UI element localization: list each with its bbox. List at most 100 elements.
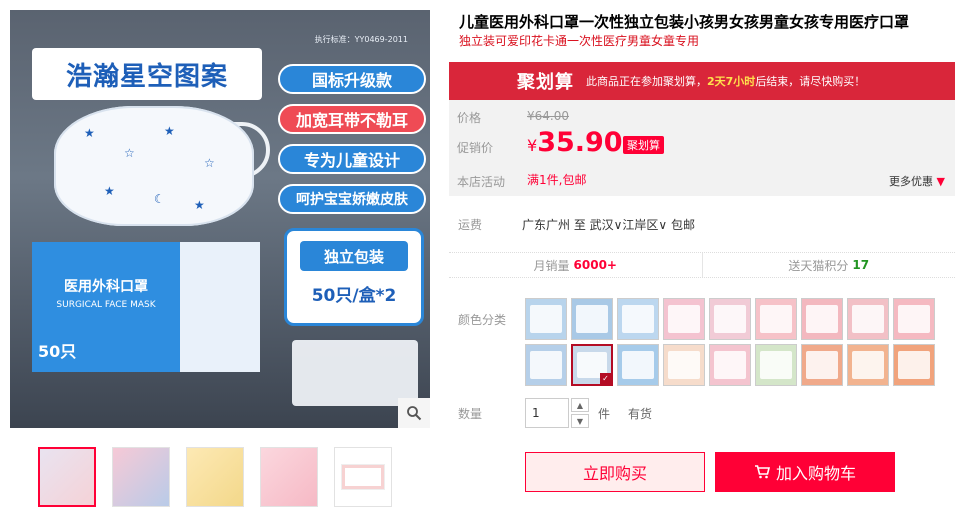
swatch-package-image [806,351,838,379]
quantity-unit: 件 [598,407,611,421]
thumbnail-2[interactable] [112,447,170,507]
swatch-package-image [714,305,746,333]
box-count: 50只 [38,342,77,361]
feature-pill-1: 国标升级款 [278,64,426,94]
box-side [180,242,260,372]
color-swatch[interactable] [709,298,751,340]
color-swatch[interactable] [571,344,613,386]
masks-stack-illustration [292,340,418,406]
pack-count: 50只/盒*2 [311,286,397,306]
color-swatch[interactable] [847,298,889,340]
color-swatch[interactable] [755,344,797,386]
color-options [525,298,955,386]
price-panel: 价格 ¥64.00 促销价 ¥35.90 聚划算 本店活动 满1件,包邮 更多优… [449,100,955,196]
main-product-image[interactable]: 执行标准：YY0469-2011 浩瀚星空图案 ★ ☆ ★ ☆ ★ ☾ ★ 国标… [10,10,430,428]
swatch-package-image [898,305,930,333]
decrease-quantity-icon[interactable]: ▼ [571,414,589,428]
monthly-sales: 月销量 6000+ [533,258,617,273]
original-price: ¥64.00 [527,109,569,123]
color-swatch[interactable] [801,298,843,340]
product-subtitle: 独立装可爱印花卡通一次性医疗男童女童专用 [459,34,700,48]
juhuasuan-logo: 聚划算 [517,72,574,93]
time-left: 2天7小时 [707,75,756,88]
box-title: 医用外科口罩 [64,279,148,295]
thumbnail-4[interactable] [260,447,318,507]
swatch-package-image [530,351,562,379]
thumbnail-3[interactable] [186,447,244,507]
thumbnail-5[interactable] [334,447,392,507]
product-title: 儿童医用外科口罩一次性独立包装小孩男女孩男童女孩专用医疗口罩 [459,13,910,31]
activity-label: 本店活动 [457,175,506,189]
star-icon: ★ [194,198,205,212]
juhuasuan-message: 此商品正在参加聚划算，2天7小时后结束，请尽快购买！ [586,75,866,88]
swatch-package-image [760,305,792,333]
swatch-package-image [852,305,884,333]
mask-illustration: ★ ☆ ★ ☆ ★ ☾ ★ [54,106,254,226]
image-headline: 浩瀚星空图案 [32,48,262,100]
thumbnail-strip [38,447,392,507]
star-icon: ☆ [204,156,215,170]
pack-label: 独立包装 [300,241,408,271]
sales-stats: 月销量 6000+ 送天猫积分 17 [449,252,955,278]
swatch-package-image [852,351,884,379]
chevron-down-icon: ▼ [933,175,945,188]
color-swatch[interactable] [893,298,935,340]
more-offers-link[interactable]: 更多优惠 ▼ [889,173,945,189]
quantity-input[interactable] [525,398,569,428]
juhuasuan-tag: 聚划算 [623,136,664,154]
buy-now-button[interactable]: 立即购买 [525,452,705,492]
color-swatch[interactable] [709,344,751,386]
color-swatch[interactable] [617,344,659,386]
star-icon: ★ [104,184,115,198]
price-label: 价格 [457,111,482,125]
quantity-label: 数量 [458,407,483,421]
star-icon: ★ [84,126,95,140]
feature-pill-2: 加宽耳带不勒耳 [278,104,426,134]
tmall-points: 送天猫积分 17 [701,253,956,277]
feature-pill-4: 呵护宝宝娇嫩皮肤 [278,184,426,214]
color-label: 颜色分类 [458,313,507,327]
swatch-package-image [577,352,607,378]
current-price: ¥35.90 [527,127,623,158]
swatch-package-image [576,305,608,333]
swatch-package-image [622,305,654,333]
swatch-package-image [530,305,562,333]
swatch-package-image [760,351,792,379]
swatch-package-image [668,305,700,333]
swatch-package-image [622,351,654,379]
juhuasuan-banner: 聚划算 此商品正在参加聚划算，2天7小时后结束，请尽快购买！ [449,62,955,100]
swatch-package-image [898,351,930,379]
mask-box: 医用外科口罩 SURGICAL FACE MASK 50只 [32,242,180,372]
star-icon: ★ [164,124,175,138]
color-swatch[interactable] [617,298,659,340]
standard-text: 执行标准：YY0469-2011 [314,35,408,44]
promo-price-label: 促销价 [457,141,494,155]
color-swatch[interactable] [663,298,705,340]
feature-pill-3: 专为儿童设计 [278,144,426,174]
swatch-package-image [668,351,700,379]
star-icon: ☆ [124,146,135,160]
thumbnail-1[interactable] [38,447,96,507]
swatch-package-image [714,351,746,379]
swatch-package-image [806,305,838,333]
store-activity[interactable]: 满1件,包邮 [527,171,586,188]
increase-quantity-icon[interactable]: ▲ [571,398,589,412]
color-swatch[interactable] [755,298,797,340]
color-swatch[interactable] [525,344,567,386]
pack-info-box: 独立包装 50只/盒*2 [284,228,424,326]
stock-status: 有货 [628,407,653,421]
add-to-cart-button[interactable]: 加入购物车 [715,452,895,492]
color-swatch[interactable] [663,344,705,386]
magnifier-icon[interactable] [398,398,430,428]
color-swatch[interactable] [847,344,889,386]
cart-icon [754,465,770,479]
color-swatch[interactable] [893,344,935,386]
add-to-cart-label: 加入购物车 [775,464,856,483]
color-swatch[interactable] [571,298,613,340]
color-swatch[interactable] [801,344,843,386]
box-subtitle: SURGICAL FACE MASK [56,300,156,310]
moon-icon: ☾ [154,192,165,206]
shipping-label: 运费 [458,218,483,232]
color-swatch[interactable] [525,298,567,340]
shipping-destination[interactable]: 广东广州 至 武汉∨江岸区∨ 包邮 [522,216,695,233]
